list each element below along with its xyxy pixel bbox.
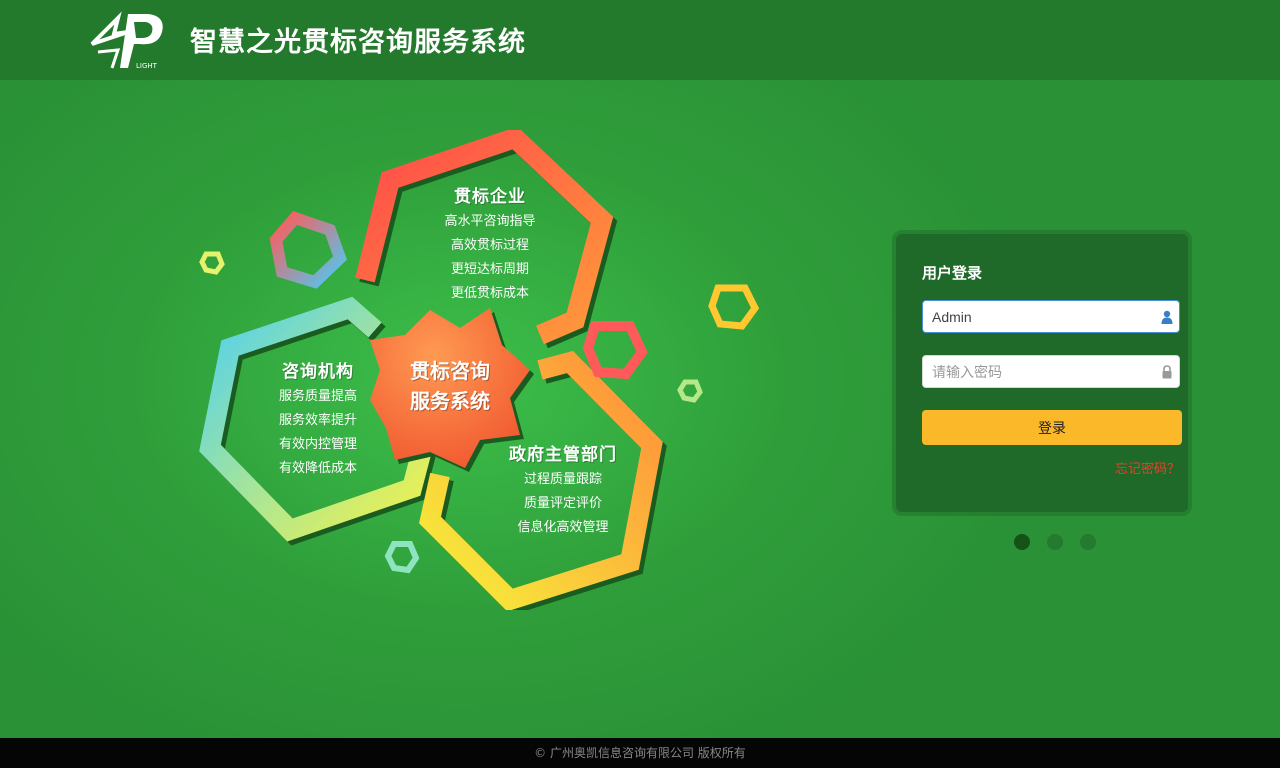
site-title: 智慧之光贯标咨询服务系统 (190, 27, 526, 58)
group-government-item: 信息化高效管理 (517, 520, 609, 535)
carousel-dot[interactable] (1014, 534, 1030, 550)
group-government: 政府主管部门 过程质量跟踪 质量评定评价 信息化高效管理 (490, 442, 636, 540)
logo: LIGHT (90, 11, 163, 70)
footer: © 广州奥凯信息咨询有限公司 版权所有 (0, 738, 1280, 768)
login-title: 用户登录 (922, 264, 983, 282)
carousel-dot[interactable] (1080, 534, 1097, 550)
lock-icon (1162, 365, 1172, 379)
logo-text: LIGHT (136, 62, 158, 70)
center-label-line: 贯标咨询 (410, 359, 490, 383)
group-enterprise-title: 贯标企业 (454, 187, 526, 207)
user-icon (1161, 310, 1173, 324)
group-consulting-title: 咨询机构 (282, 362, 354, 382)
login-panel: 用户登录 登录 忘记密码？ (896, 234, 1188, 512)
group-consulting-item: 有效内控管理 (278, 437, 357, 452)
group-consulting-item: 有效降低成本 (278, 461, 357, 476)
group-enterprise-item: 更短达标周期 (450, 262, 529, 277)
center-label-line: 服务系统 (410, 389, 490, 413)
group-government-item: 质量评定评价 (523, 496, 602, 511)
carousel-dot[interactable] (1047, 534, 1064, 550)
center-label: 贯标咨询 服务系统 (390, 356, 510, 416)
group-enterprise-item: 更低贯标成本 (450, 286, 529, 301)
group-government-title: 政府主管部门 (509, 445, 617, 465)
group-enterprise-item: 高水平咨询指导 (444, 214, 536, 229)
header-bar: LIGHT 智慧之光贯标咨询服务系统 (0, 0, 1280, 80)
username-field (922, 300, 1180, 333)
service-illustration: 贯标企业 高水平咨询指导 高效贯标过程 更短达标周期 更低贯标成本 咨询机构 服… (190, 130, 790, 610)
group-government-item: 过程质量跟踪 (523, 472, 602, 487)
group-enterprise: 贯标企业 高水平咨询指导 高效贯标过程 更短达标周期 更低贯标成本 (420, 184, 560, 306)
group-consulting: 咨询机构 服务质量提高 服务效率提升 有效内控管理 有效降低成本 (248, 359, 388, 481)
carousel-indicators (1014, 534, 1108, 550)
copyright-text: © 广州奥凯信息咨询有限公司 版权所有 (534, 746, 746, 760)
group-consulting-item: 服务质量提高 (278, 389, 357, 404)
login-button[interactable]: 登录 (922, 410, 1182, 445)
forgot-password-link[interactable]: 忘记密码？ (1115, 458, 1180, 477)
password-input[interactable] (932, 356, 1152, 387)
group-consulting-item: 服务效率提升 (278, 413, 357, 428)
username-input[interactable] (932, 301, 1152, 332)
group-enterprise-item: 高效贯标过程 (450, 238, 529, 253)
password-field (922, 355, 1180, 388)
